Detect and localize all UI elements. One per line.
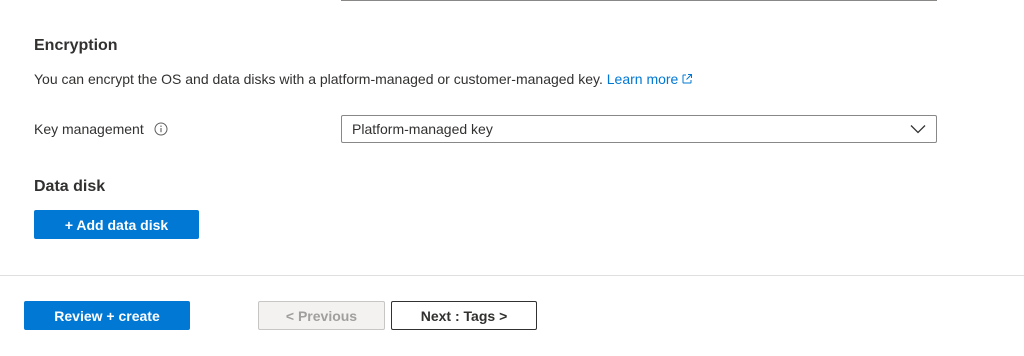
learn-more-link[interactable]: Learn more [607, 71, 694, 87]
review-create-button[interactable]: Review + create [24, 301, 190, 330]
previous-field-underline [341, 0, 937, 1]
key-management-selected-value: Platform-managed key [352, 121, 493, 137]
chevron-down-icon [910, 125, 926, 134]
encryption-heading: Encryption [34, 37, 118, 54]
key-management-label: Key management [34, 121, 168, 137]
encryption-description-text: You can encrypt the OS and data disks wi… [34, 71, 603, 87]
encryption-description: You can encrypt the OS and data disks wi… [34, 71, 693, 87]
key-management-select[interactable]: Platform-managed key [341, 115, 937, 143]
previous-button[interactable]: < Previous [258, 301, 385, 330]
add-data-disk-button[interactable]: + Add data disk [34, 210, 199, 239]
footer-divider [0, 275, 1024, 276]
key-management-label-text: Key management [34, 121, 144, 137]
external-link-icon [682, 74, 693, 84]
info-icon[interactable] [154, 122, 168, 136]
data-disk-heading: Data disk [34, 178, 106, 195]
learn-more-label: Learn more [606, 71, 679, 87]
next-tags-button[interactable]: Next : Tags > [391, 301, 537, 330]
